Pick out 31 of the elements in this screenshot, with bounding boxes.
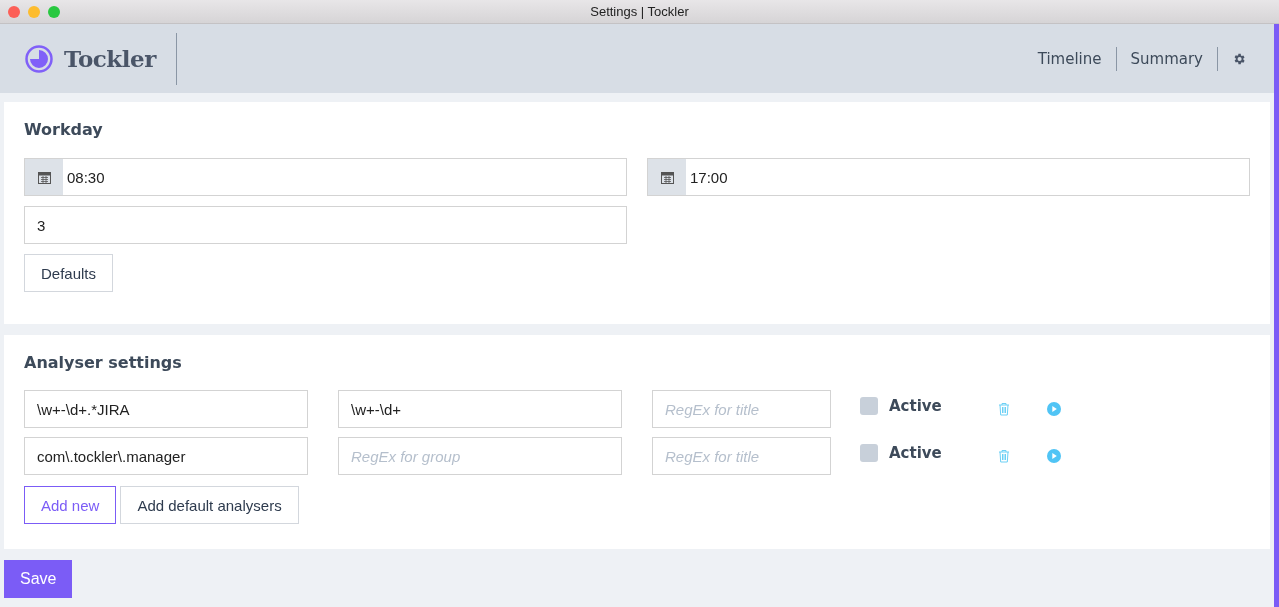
close-button[interactable] [8,6,20,18]
trash-icon[interactable] [998,449,1010,463]
checkbox-label: Active [889,444,943,462]
title-field[interactable]: RegEx for title [652,390,831,428]
active-checkbox[interactable] [860,444,878,462]
add-new-button[interactable]: Add new [24,486,117,524]
section-title: Analyser settings [24,353,182,372]
trash-icon[interactable] [998,402,1010,416]
minimize-button[interactable] [28,6,40,18]
clock-logo-icon [24,43,54,74]
nav-link[interactable]: Summary [1116,49,1217,68]
regex-field[interactable]: \w+-\d+.*JIRA [24,390,308,428]
section-title: Workday [24,120,103,139]
zoom-button[interactable] [48,6,60,18]
settings-icon[interactable] [1232,51,1246,66]
defaults-button[interactable]: Defaults [24,254,114,292]
hours-field[interactable]: 3 [24,206,627,244]
logo-text: Tockler [64,45,156,72]
nav-link[interactable]: Timeline [1023,49,1116,68]
play-icon[interactable] [1047,402,1061,416]
group-field[interactable]: \w+-\d+ [338,390,622,428]
window-title: Settings | Tockler [590,4,689,19]
title-field[interactable]: RegEx for title [652,437,831,475]
scrollbar[interactable] [1274,24,1279,607]
add-defaults-button[interactable]: Add default analysers [120,486,299,524]
play-icon[interactable] [1047,449,1061,463]
checkbox-label: Active [889,397,943,415]
active-checkbox[interactable] [860,397,878,415]
regex-field[interactable]: com\.tockler\.manager [24,437,308,475]
group-field[interactable]: RegEx for group [338,437,622,475]
save-button[interactable]: Save [4,560,73,598]
